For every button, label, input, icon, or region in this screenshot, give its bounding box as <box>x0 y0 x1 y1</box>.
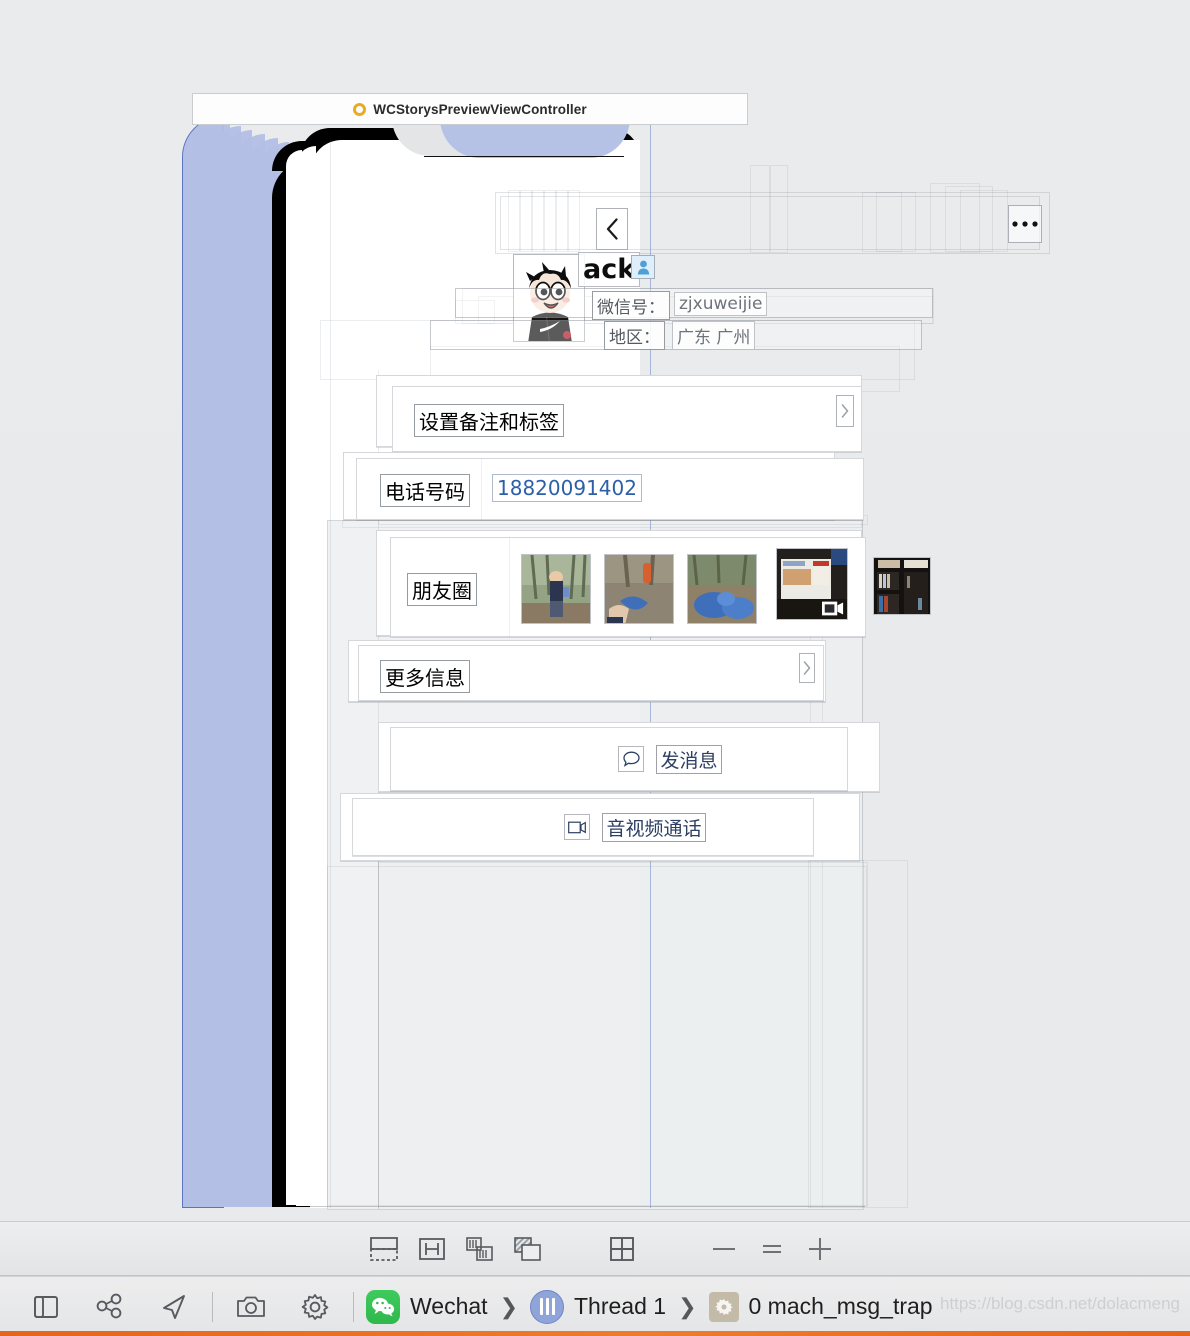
thread-name: Thread 1 <box>574 1293 667 1319</box>
camera-icon <box>237 1296 265 1317</box>
moment-thumbnail[interactable] <box>873 557 931 615</box>
show-constraints-button[interactable] <box>408 1229 456 1269</box>
show-clipped-content-icon <box>370 1236 398 1261</box>
cartoon-avatar-image <box>514 255 584 341</box>
chat-bubble-icon <box>618 746 645 772</box>
ellipsis-icon <box>1012 221 1038 227</box>
zoom-reset-button[interactable] <box>748 1229 796 1269</box>
video-camera-icon <box>822 601 844 615</box>
toggle-navigator-button[interactable] <box>14 1283 78 1331</box>
more-info-chevron[interactable] <box>799 653 815 683</box>
grid-view-icon <box>610 1236 634 1261</box>
person-standing-in-forest-image <box>522 555 590 623</box>
show-view-contents-button[interactable] <box>504 1229 552 1269</box>
divider <box>353 1291 354 1322</box>
region-value: 广东 广州 <box>672 321 756 350</box>
location-arrow-icon <box>163 1294 185 1319</box>
adjust-view-spacing-icon <box>466 1236 493 1261</box>
guide-line <box>310 1206 865 1207</box>
navbar-wireframe <box>876 192 916 252</box>
chevron-left-icon <box>606 218 618 240</box>
video-badge <box>822 600 844 616</box>
send-message-content[interactable]: 发消息 <box>600 742 740 776</box>
wechat-app-icon <box>366 1289 400 1324</box>
view-hierarchy-icon <box>96 1293 122 1318</box>
guide-line <box>330 140 331 1208</box>
dark-bookshelf-with-books-image <box>874 558 930 614</box>
navbar-wireframe <box>960 190 1008 252</box>
wechat-id-label: 微信号： <box>592 291 670 320</box>
hands-with-blue-bag-outdoors-image <box>605 555 673 623</box>
watermark: https://blog.csdn.net/dolacmeng <box>939 1294 1180 1313</box>
xcode-view-debugger-window: WCStorysPreviewViewController ack 微信号： z… <box>0 0 1190 1336</box>
frame-name: 0 mach_msg_trap <box>748 1293 933 1319</box>
location-simulate-button[interactable] <box>142 1283 206 1331</box>
moment-thumbnail[interactable] <box>687 554 757 624</box>
zoom-in-button[interactable] <box>796 1229 844 1269</box>
view-hierarchy-button[interactable] <box>78 1283 142 1331</box>
stack-frame-icon <box>708 1291 739 1322</box>
navbar-wireframe <box>862 192 902 252</box>
region-label: 地区： <box>604 321 665 350</box>
moment-thumbnail[interactable] <box>521 554 591 624</box>
process-name: Wechat <box>410 1293 488 1319</box>
chevron-right-icon <box>803 661 811 675</box>
navbar-wireframe <box>770 165 788 253</box>
show-constraints-icon <box>419 1237 445 1260</box>
show-clipped-content-button[interactable] <box>360 1229 408 1269</box>
moment-thumbnail-video[interactable] <box>776 548 848 620</box>
zoom-out-button[interactable] <box>700 1229 748 1269</box>
video-call-label: 音视频通话 <box>602 812 706 842</box>
view-controller-title-bar[interactable]: WCStorysPreviewViewController <box>192 93 748 125</box>
phone-row-divider <box>481 458 482 520</box>
send-message-label: 发消息 <box>656 744 722 774</box>
breadcrumb-separator-2: ❯ <box>678 1293 697 1319</box>
gear-icon <box>301 1293 329 1320</box>
settings-remark-chevron[interactable] <box>836 395 854 427</box>
normal-view-mode-button[interactable] <box>598 1229 646 1269</box>
video-camera-icon <box>564 814 591 840</box>
blue-trash-bags-on-ground-image <box>688 555 756 623</box>
breadcrumb[interactable]: Wechat ❯ Thread 1 ❯ 0 mach_msg_trap <box>366 1289 933 1324</box>
chevron-right-icon <box>841 404 849 418</box>
debug-settings-button[interactable] <box>283 1283 347 1331</box>
equals-icon <box>763 1244 781 1253</box>
thread-icon <box>530 1289 564 1324</box>
plus-icon <box>809 1237 831 1260</box>
moments-label: 朋友圈 <box>407 573 477 606</box>
avatar[interactable] <box>513 254 585 342</box>
moment-thumbnail[interactable] <box>604 554 674 624</box>
breadcrumb-separator: ❯ <box>499 1293 518 1319</box>
toggle-navigator-icon <box>34 1295 58 1318</box>
navbar-wireframe <box>930 183 980 253</box>
moments-divider <box>509 537 510 637</box>
video-call-content[interactable]: 音视频通话 <box>545 810 725 844</box>
view-debugger-toolbar[interactable] <box>0 1221 1190 1276</box>
show-view-contents-icon <box>514 1236 541 1261</box>
adjust-view-spacing-button[interactable] <box>456 1229 504 1269</box>
wechat-id-value: zjxuweijie <box>674 292 768 316</box>
capture-screenshot-button[interactable] <box>219 1283 283 1331</box>
male-person-icon <box>637 260 649 274</box>
bottom-accent-bar <box>0 1331 1190 1336</box>
more-button[interactable] <box>1008 205 1042 243</box>
more-info-label: 更多信息 <box>380 660 470 693</box>
minus-icon <box>713 1247 735 1250</box>
wireframe-rect <box>808 860 908 1208</box>
view-controller-title: WCStorysPreviewViewController <box>373 101 587 117</box>
notch-edge <box>424 156 624 157</box>
back-button[interactable] <box>596 208 628 250</box>
navbar-wireframe <box>750 165 770 253</box>
settings-remark-label: 设置备注和标签 <box>414 404 564 437</box>
phone-label: 电话号码 <box>380 474 470 507</box>
navbar-wireframe <box>945 186 993 252</box>
divider <box>212 1291 213 1322</box>
view-debug-canvas[interactable]: WCStorysPreviewViewController ack 微信号： z… <box>0 0 1190 1221</box>
view-controller-icon <box>353 102 367 116</box>
phone-value[interactable]: 18820091402 <box>492 474 642 502</box>
gender-badge <box>631 255 655 279</box>
